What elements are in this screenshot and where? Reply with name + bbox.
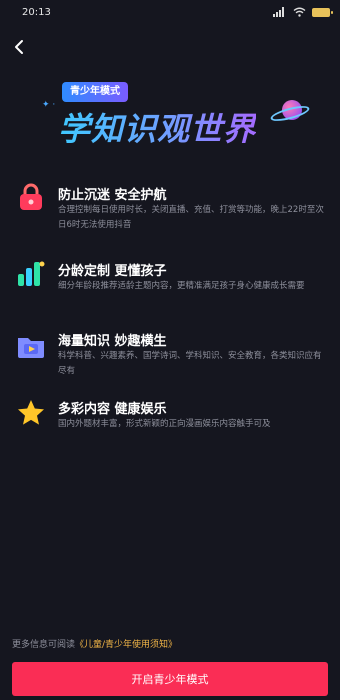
feature-title: 海量知识 妙趣横生 [58, 334, 167, 349]
bar-chart-icon [18, 261, 45, 286]
folder-icon [18, 338, 44, 358]
chevron-left-icon [15, 40, 23, 54]
feature-title: 防止沉迷 安全护航 [58, 188, 167, 203]
status-icons [273, 7, 333, 17]
hero-title: 学知识观世界 [58, 104, 256, 150]
hero-banner: ✦ · 青少年模式 学知识观世界 [42, 80, 311, 160]
feature-desc: 国内外题材丰富，形式新颖的正向漫画娱乐内容触手可及 [58, 419, 271, 429]
status-bar: 20:13 [0, 0, 340, 24]
feature-desc: 合理控制每日使用时长，关闭直播、充值、打赏等功能，晚上22时至次日6时无法使用抖… [58, 205, 324, 230]
footer-note-text: 更多信息可阅读 [12, 640, 76, 650]
footer-note: 更多信息可阅读《儿童/青少年使用须知》 [12, 637, 177, 650]
sparkle-icon: ✦ · [42, 100, 56, 110]
back-button[interactable] [8, 36, 30, 58]
feature-desc: 科学科普、兴趣素养、国学诗词、学科知识、安全教育，各类知识应有尽有 [58, 351, 322, 376]
battery-icon [312, 7, 333, 17]
lock-icon [20, 183, 42, 210]
status-time: 20:13 [22, 6, 51, 18]
signal-icon [273, 7, 284, 17]
feature-title: 多彩内容 健康娱乐 [58, 402, 167, 417]
wifi-icon [293, 7, 306, 17]
guidelines-link[interactable]: 《儿童/青少年使用须知》 [75, 640, 177, 650]
feature-title: 分龄定制 更懂孩子 [58, 264, 167, 279]
star-icon [18, 400, 44, 425]
teen-mode-badge: 青少年模式 [62, 82, 128, 102]
feature-desc: 细分年龄段推荐适龄主题内容，更精准满足孩子身心健康成长需要 [58, 281, 305, 291]
enable-teen-mode-button[interactable]: 开启青少年模式 [12, 662, 328, 696]
